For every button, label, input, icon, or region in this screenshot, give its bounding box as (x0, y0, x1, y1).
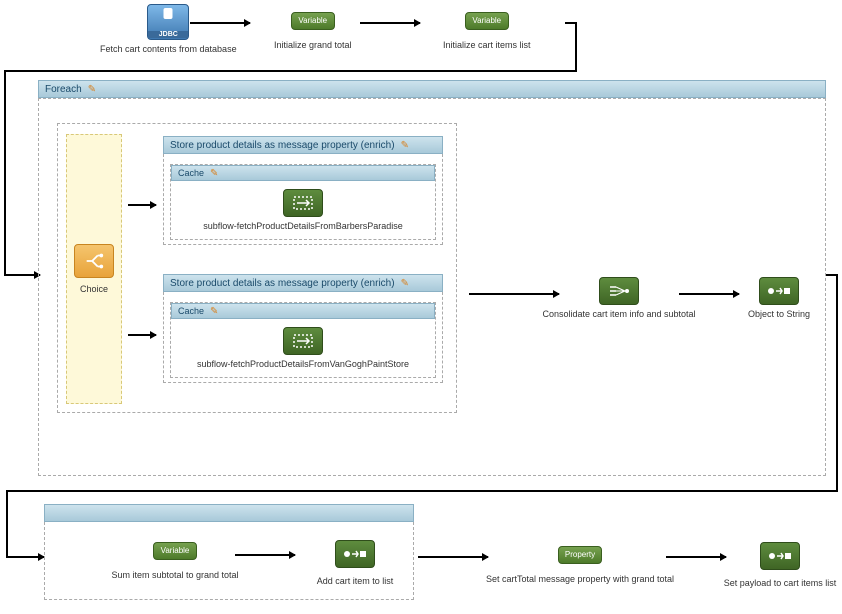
arrow (4, 274, 40, 276)
edit-icon[interactable] (88, 84, 98, 94)
set-payload-node[interactable]: Set payload to cart items list (720, 542, 840, 588)
foreach-title: Foreach (45, 84, 82, 95)
subflow1-label: subflow-fetchProductDetailsFromBarbersPa… (171, 221, 435, 231)
arrow (360, 22, 420, 24)
sum-label: Sum item subtotal to grand total (105, 570, 245, 580)
subflow-node-2[interactable]: subflow-fetchProductDetailsFromVanGoghPa… (171, 327, 435, 369)
choice-label: Choice (80, 284, 108, 294)
enrich1-header: Store product details as message propert… (163, 136, 443, 154)
variable-icon: Variable (465, 12, 509, 30)
variable-icon: Variable (291, 12, 335, 30)
arrow (190, 22, 250, 24)
set-payload-label: Set payload to cart items list (720, 578, 840, 588)
foreach-header: Foreach (38, 80, 826, 98)
cache1-header: Cache (171, 165, 435, 181)
enrich2-header: Store product details as message propert… (163, 274, 443, 292)
init-total-label: Initialize grand total (274, 40, 352, 50)
variable-icon: Variable (153, 542, 197, 560)
cache-block-2[interactable]: Cache subflow-fetchProductDetailsFromVan… (170, 302, 436, 378)
transformer-icon (599, 277, 639, 305)
subflow-node-1[interactable]: subflow-fetchProductDetailsFromBarbersPa… (171, 189, 435, 231)
enrich1-title: Store product details as message propert… (170, 140, 395, 151)
consolidate-label: Consolidate cart item info and subtotal (539, 309, 699, 319)
arrow (679, 293, 739, 295)
obj-to-str-label: Object to String (739, 309, 819, 319)
cache2-header: Cache (171, 303, 435, 319)
connector (4, 70, 577, 72)
arrow (666, 556, 726, 558)
cache1-title: Cache (178, 168, 204, 178)
property-icon: Property (558, 546, 602, 564)
connector (575, 22, 577, 72)
edit-icon[interactable] (210, 168, 220, 178)
connector (836, 274, 838, 492)
edit-icon[interactable] (401, 278, 411, 288)
init-cart-list-node[interactable]: Variable Initialize cart items list (443, 12, 531, 50)
enrich-block-1[interactable]: Store product details as message propert… (163, 136, 443, 245)
add-label: Add cart item to list (305, 576, 405, 586)
sum-subtotal-node[interactable]: Variable Sum item subtotal to grand tota… (105, 542, 245, 580)
choice-icon (74, 244, 114, 278)
connector (6, 490, 838, 492)
cache2-title: Cache (178, 306, 204, 316)
arrow (128, 204, 156, 206)
edit-icon[interactable] (210, 306, 220, 316)
consolidate-node[interactable]: Consolidate cart item info and subtotal (539, 277, 699, 319)
arrow (6, 556, 44, 558)
arrow (418, 556, 488, 558)
flow-reference-icon (283, 189, 323, 217)
object-to-string-icon (759, 277, 799, 305)
jdbc-node[interactable]: JDBC Fetch cart contents from database (100, 4, 237, 54)
init-grand-total-node[interactable]: Variable Initialize grand total (274, 12, 352, 50)
object-to-string-node[interactable]: Object to String (739, 277, 819, 319)
foreach-scope[interactable]: Foreach Choice Store product details a (38, 80, 826, 478)
jdbc-label: Fetch cart contents from database (100, 44, 237, 54)
add-to-list-icon (335, 540, 375, 568)
init-list-label: Initialize cart items list (443, 40, 531, 50)
set-total-label: Set cartTotal message property with gran… (480, 574, 680, 584)
arrow (235, 554, 295, 556)
foreach-body: Choice Store product details as message … (38, 98, 826, 476)
set-cart-total-node[interactable]: Property Set cartTotal message property … (480, 546, 680, 584)
choice-scope[interactable]: Choice Store product details as message … (57, 123, 457, 413)
flow-reference-icon (283, 327, 323, 355)
bottom-header (44, 504, 414, 522)
cache-block-1[interactable]: Cache subflow-fetchProductDetailsFromBar… (170, 164, 436, 240)
choice-column: Choice (66, 134, 122, 404)
subflow2-label: subflow-fetchProductDetailsFromVanGoghPa… (171, 359, 435, 369)
add-cart-item-node[interactable]: Add cart item to list (305, 540, 405, 586)
set-payload-icon (760, 542, 800, 570)
arrow (128, 334, 156, 336)
connector (6, 490, 8, 556)
connector (4, 70, 6, 274)
enrich2-title: Store product details as message propert… (170, 278, 395, 289)
bottom-scope[interactable]: Variable Sum item subtotal to grand tota… (44, 504, 414, 600)
enrich-block-2[interactable]: Store product details as message propert… (163, 274, 443, 383)
database-icon: JDBC (147, 4, 189, 40)
edit-icon[interactable] (401, 140, 411, 150)
